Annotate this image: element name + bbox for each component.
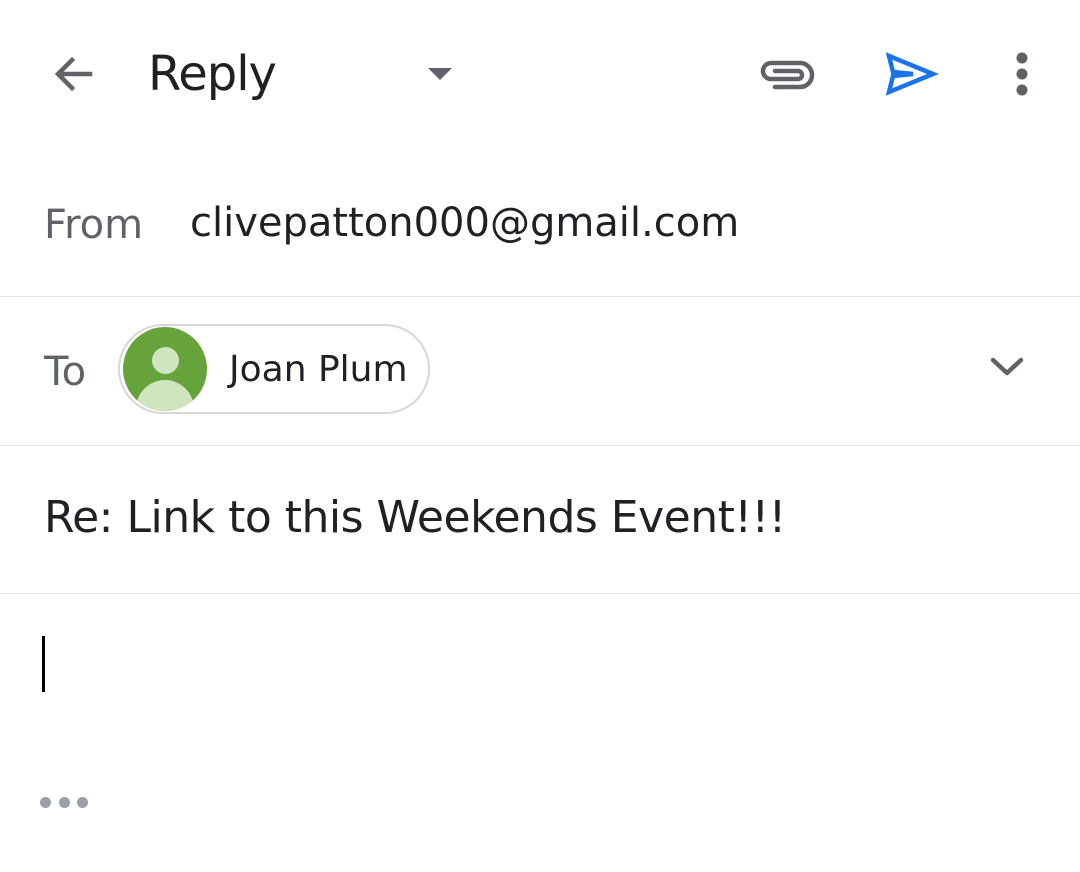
arrow-back-icon[interactable] <box>44 44 104 104</box>
caret-down-icon[interactable] <box>420 54 460 94</box>
compose-mode-title[interactable]: Reply <box>148 42 277 106</box>
to-row: To Joan Plum <box>0 297 1080 446</box>
recipient-chip[interactable]: Joan Plum <box>118 324 430 414</box>
more-horiz-icon[interactable] <box>40 790 88 814</box>
compose-toolbar: Reply <box>0 0 1080 150</box>
paperclip-icon[interactable] <box>750 44 820 104</box>
chevron-down-icon[interactable] <box>980 337 1034 397</box>
text-cursor <box>42 636 45 692</box>
recipient-name: Joan Plum <box>229 348 408 390</box>
from-label: From <box>44 202 144 248</box>
send-icon[interactable] <box>876 44 946 104</box>
from-row: From clivepatton000@gmail.com <box>0 150 1080 297</box>
more-vert-icon[interactable] <box>996 44 1048 104</box>
from-address[interactable]: clivepatton000@gmail.com <box>190 200 739 246</box>
avatar <box>123 327 207 411</box>
message-body-field[interactable] <box>0 594 1080 872</box>
subject-field[interactable]: Re: Link to this Weekends Event!!! <box>44 492 786 543</box>
to-label: To <box>44 349 87 395</box>
subject-row[interactable]: Re: Link to this Weekends Event!!! <box>0 446 1080 594</box>
